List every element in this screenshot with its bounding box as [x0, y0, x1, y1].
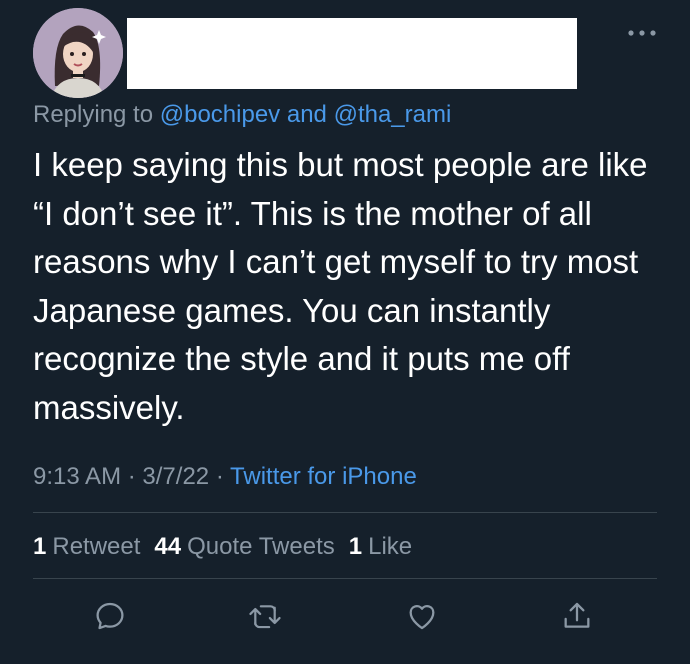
likes-count: 1: [348, 533, 363, 560]
quote-tweets-stat[interactable]: 44 Quote Tweets: [154, 531, 334, 563]
replying-to-line: Replying to @bochipev and @tha_rami: [33, 100, 451, 130]
share-button[interactable]: [557, 596, 597, 636]
tweet-date[interactable]: 3/7/22: [142, 463, 209, 490]
mention-tha-rami[interactable]: @tha_rami: [334, 101, 452, 128]
retweets-count: 1: [33, 533, 47, 560]
heart-icon: [409, 605, 435, 630]
tweet-meta: 9:13 AM · 3/7/22 · Twitter for iPhone: [33, 461, 417, 493]
divider: [33, 512, 657, 513]
mention-bochipev[interactable]: @bochipev: [160, 101, 280, 128]
retweet-icon: [249, 605, 281, 629]
likes-label: Like: [368, 533, 413, 560]
ellipsis-icon: [628, 30, 656, 36]
tweet-time: 9:13 AM: [33, 463, 122, 490]
share-icon: [564, 602, 590, 628]
replying-to-label: Replying to: [33, 101, 154, 128]
user-avatar-illustration-icon: [33, 8, 123, 98]
likes-stat[interactable]: 1 Like: [349, 531, 412, 563]
tweet-stats: 1 Retweet 44 Quote Tweets 1 Like: [33, 531, 412, 563]
meta-separator: ·: [215, 463, 224, 490]
meta-separator: ·: [127, 463, 136, 490]
redacted-name-block: [127, 18, 577, 89]
quote-tweets-count: 44: [154, 533, 182, 560]
reply-conjunction: and: [286, 101, 327, 128]
divider: [33, 578, 657, 579]
quote-tweets-label: Quote Tweets: [187, 533, 335, 560]
retweet-button[interactable]: [245, 596, 285, 636]
reply-icon: [96, 602, 124, 630]
retweets-stat[interactable]: 1 Retweet: [33, 531, 140, 563]
tweet-text: I keep saying this but most people are l…: [33, 146, 648, 426]
tweet-actions-bar: [0, 596, 690, 636]
avatar[interactable]: [33, 8, 123, 98]
tweet-source-link[interactable]: Twitter for iPhone: [230, 463, 417, 490]
more-options-button[interactable]: [612, 18, 672, 48]
reply-button[interactable]: [90, 596, 130, 636]
retweets-label: Retweet: [52, 533, 141, 560]
like-button[interactable]: [402, 596, 442, 636]
